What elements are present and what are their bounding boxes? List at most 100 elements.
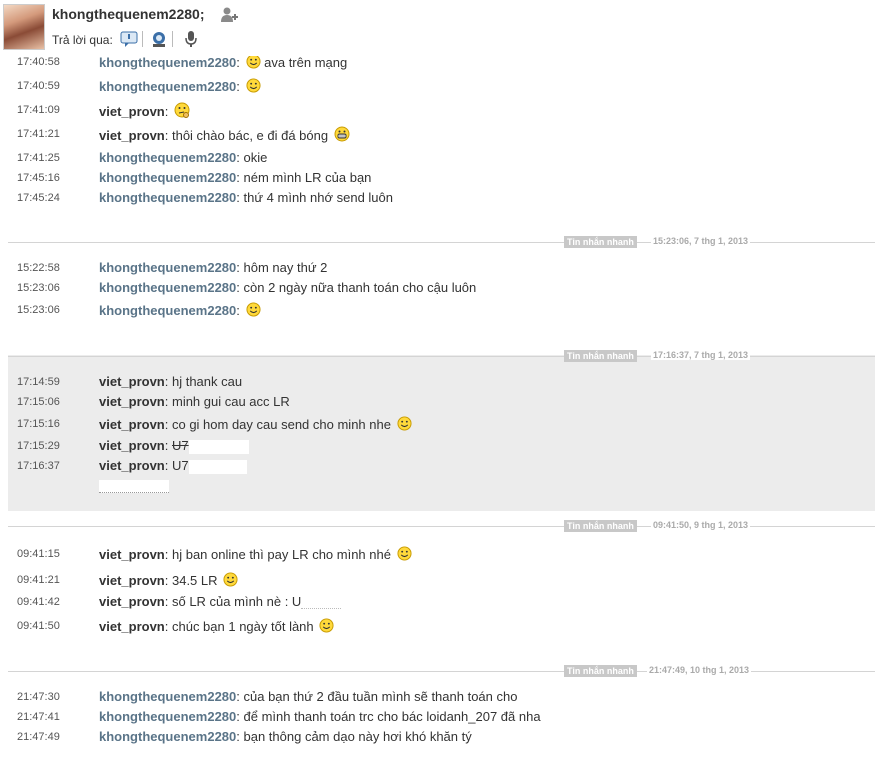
- message-text: thứ 4 mình nhớ send luôn: [243, 190, 394, 205]
- quick-message-badge: Tin nhắn nhanh: [564, 350, 637, 362]
- message-text: còn 2 ngày nữa thanh toán cho cậu luôn: [243, 280, 477, 295]
- message-text: 34.5 LR: [171, 573, 218, 588]
- divider-timestamp: 09:41:50, 9 thg 1, 2013: [651, 520, 751, 530]
- message-sender: viet_provn: [99, 573, 165, 588]
- chat-message: 15:22:58 khongthequenem2280: hôm nay thứ…: [17, 260, 328, 275]
- message-time: 17:15:29: [17, 440, 60, 452]
- divider-timestamp: 17:16:37, 7 thg 1, 2013: [651, 350, 751, 360]
- grin-emoticon-icon: [334, 126, 350, 142]
- redacted-text: [301, 596, 342, 610]
- chat-message: 15:23:06 khongthequenem2280:: [8, 302, 875, 322]
- chat-message: 17:41:21 viet_provn: thôi chào bác, e đi…: [8, 126, 875, 146]
- message-sender: khongthequenem2280: [99, 170, 237, 185]
- message-time: 17:41:09: [17, 104, 60, 116]
- microphone-icon[interactable]: [182, 30, 200, 48]
- quick-message-badge: Tin nhắn nhanh: [564, 520, 637, 532]
- quick-message-badge: Tin nhắn nhanh: [564, 236, 637, 248]
- smile-emoticon-icon: [223, 572, 238, 587]
- smile-emoticon-icon: [397, 546, 412, 561]
- message-text: của bạn thứ 2 đầu tuần mình sẽ thanh toá…: [243, 689, 518, 704]
- message-time: 17:41:21: [17, 128, 60, 140]
- message-sender: viet_provn: [99, 128, 165, 143]
- thinking-emoticon-icon: [174, 102, 190, 118]
- chat-message: 17:15:29 viet_provn: U7: [8, 438, 875, 458]
- message-text: U7: [171, 458, 189, 473]
- divider-timestamp: 15:23:06, 7 thg 1, 2013: [651, 236, 751, 246]
- message-time: 17:15:06: [17, 396, 60, 408]
- message-sender: viet_provn: [99, 394, 165, 409]
- redacted-text: [188, 459, 247, 474]
- quick-message-divider: Tin nhắn nhanh 09:41:50, 9 thg 1, 2013: [8, 519, 875, 533]
- chat-message: 17:15:16 viet_provn: co gi hom day cau s…: [8, 416, 875, 436]
- message-sender: khongthequenem2280: [99, 55, 237, 70]
- message-text: ném mình LR của bạn: [243, 170, 372, 185]
- message-sender: khongthequenem2280: [99, 190, 237, 205]
- chat-message: 17:41:09 viet_provn:: [8, 102, 875, 122]
- chat-message: 17:45:16 khongthequenem2280: ném mình LR…: [17, 170, 372, 185]
- chat-message: 09:41:21 viet_provn: 34.5 LR: [8, 572, 875, 592]
- redacted-continuation: [8, 478, 875, 498]
- quick-message-divider: Tin nhắn nhanh 21:47:49, 10 thg 1, 2013: [8, 664, 875, 678]
- message-time: 17:40:58: [17, 56, 60, 68]
- message-text: chúc bạn 1 ngày tốt lành: [171, 619, 314, 634]
- add-contact-icon[interactable]: [220, 6, 238, 24]
- reply-via-label: Trả lời qua:: [52, 33, 113, 47]
- chat-message: 15:23:06 khongthequenem2280: còn 2 ngày …: [17, 280, 477, 295]
- chat-message: 09:41:50 viet_provn: chúc bạn 1 ngày tốt…: [8, 618, 875, 638]
- message-sender: viet_provn: [99, 104, 165, 119]
- message-text: hôm nay thứ 2: [243, 260, 328, 275]
- chat-message: 21:47:49 khongthequenem2280: bạn thông c…: [17, 729, 472, 744]
- message-sender: khongthequenem2280: [99, 79, 237, 94]
- message-time: 09:41:15: [17, 548, 60, 560]
- message-time: 21:47:30: [17, 691, 60, 703]
- reply-separator: [172, 31, 173, 47]
- chat-message: 21:47:30 khongthequenem2280: của bạn thứ…: [17, 689, 518, 704]
- message-text: co gi hom day cau send cho minh nhe: [171, 417, 391, 432]
- message-time: 17:41:25: [17, 152, 60, 164]
- smile-emoticon-icon: [245, 78, 261, 93]
- message-sender: khongthequenem2280: [99, 260, 237, 275]
- message-time: 15:23:06: [17, 282, 60, 294]
- message-time: 09:41:50: [17, 620, 60, 632]
- im-reply-icon[interactable]: [120, 30, 138, 48]
- message-text: hj thank cau: [171, 374, 243, 389]
- chat-message: 17:14:59 viet_provn: hj thank cau: [17, 374, 243, 389]
- message-text: để mình thanh toán trc cho bác loidanh_2…: [243, 709, 541, 724]
- smile-emoticon-icon: [397, 416, 412, 431]
- message-sender: khongthequenem2280: [99, 150, 237, 165]
- quick-message-divider: Tin nhắn nhanh 15:23:06, 7 thg 1, 2013: [8, 235, 875, 249]
- message-time: 17:40:59: [17, 80, 60, 92]
- redacted-text: [99, 480, 169, 493]
- message-time: 21:47:49: [17, 731, 60, 743]
- message-time: 21:47:41: [17, 711, 60, 723]
- message-text: U7: [171, 438, 189, 453]
- message-time: 09:41:42: [17, 596, 60, 608]
- message-time: 15:23:06: [17, 304, 60, 316]
- video-call-icon[interactable]: [150, 30, 168, 48]
- message-text: okie: [243, 150, 268, 165]
- divider-timestamp: 21:47:49, 10 thg 1, 2013: [647, 665, 752, 675]
- chat-message: 09:41:42 viet_provn: số LR của mình nè :…: [8, 594, 875, 614]
- message-group: 21:47:30 khongthequenem2280: của bạn thứ…: [8, 688, 875, 758]
- message-sender: khongthequenem2280: [99, 709, 237, 724]
- redacted-text: [188, 439, 249, 454]
- message-time: 15:22:58: [17, 262, 60, 274]
- message-sender: viet_provn: [99, 594, 165, 609]
- message-list: 17:14:59 viet_provn: hj thank cau 17:15:…: [8, 372, 875, 502]
- message-text: minh gui cau acc LR: [171, 394, 290, 409]
- message-group: 17:40:58 khongthequenem2280: ava trên mạ…: [8, 52, 875, 212]
- message-sender: viet_provn: [99, 619, 165, 634]
- message-time: 17:15:16: [17, 418, 60, 430]
- message-sender: viet_provn: [99, 547, 165, 562]
- avatar[interactable]: [3, 4, 45, 50]
- message-group: 09:41:15 viet_provn: hj ban online thì p…: [8, 544, 875, 644]
- reply-separator: [142, 31, 143, 47]
- message-text: bạn thông cảm dạo này hơi khó khăn tý: [243, 729, 472, 744]
- message-group: 15:22:58 khongthequenem2280: hôm nay thứ…: [8, 258, 875, 338]
- chat-message: 17:41:25 khongthequenem2280: okie: [17, 150, 268, 165]
- chat-message: 17:15:06 viet_provn: minh gui cau acc LR: [17, 394, 290, 409]
- contact-name[interactable]: khongthequenem2280;: [52, 6, 204, 22]
- message-sender: viet_provn: [99, 374, 165, 389]
- message-time: 17:14:59: [17, 376, 60, 388]
- message-sender: khongthequenem2280: [99, 729, 237, 744]
